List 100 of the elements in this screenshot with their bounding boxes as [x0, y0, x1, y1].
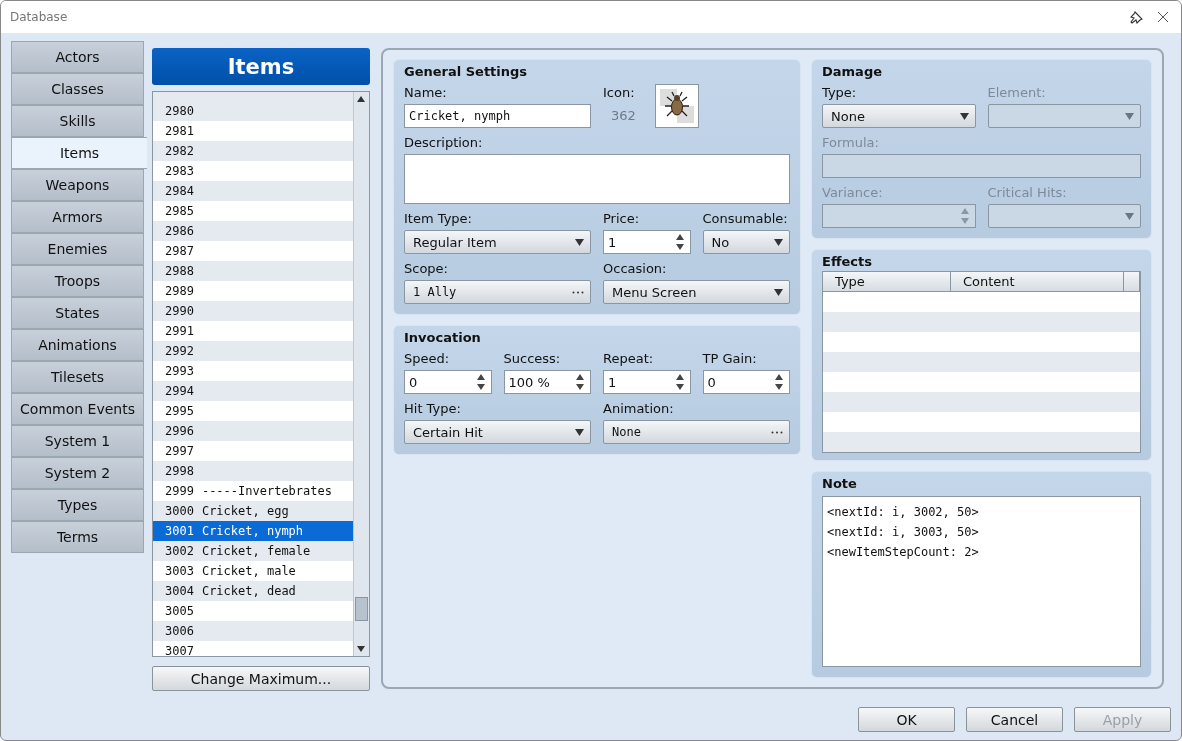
- window-title: Database: [10, 10, 69, 24]
- field-label: Description:: [404, 134, 484, 152]
- field-label: Critical Hits:: [987, 184, 1068, 202]
- category-tab[interactable]: Items: [11, 137, 147, 169]
- category-tab[interactable]: Enemies: [11, 233, 144, 265]
- note-line: <newItemStepCount: 2>: [827, 544, 980, 561]
- number-input[interactable]: 0: [702, 370, 790, 394]
- dropdown[interactable]: None: [822, 104, 976, 128]
- number-input[interactable]: 0: [404, 370, 492, 394]
- list-item[interactable]: 2982: [153, 141, 353, 161]
- ellipsis-icon: [771, 430, 783, 434]
- category-tab[interactable]: Actors: [11, 41, 144, 73]
- dropdown[interactable]: Certain Hit: [404, 420, 591, 444]
- description-field[interactable]: [404, 154, 790, 204]
- field-label: Formula:: [822, 134, 880, 152]
- spinner-arrows-icon[interactable]: [775, 374, 783, 390]
- item-list[interactable]: [152, 91, 370, 657]
- category-tab[interactable]: Terms: [11, 521, 144, 553]
- list-item[interactable]: 2986: [153, 221, 353, 241]
- field-label: Icon:: [603, 84, 636, 102]
- list-item[interactable]: 2980: [153, 101, 353, 121]
- dropdown-arrow-icon: [575, 428, 584, 436]
- pin-icon[interactable]: [1130, 10, 1143, 24]
- field-label: Consumable:: [702, 210, 789, 228]
- field-label: Animation:: [603, 400, 675, 418]
- category-tab[interactable]: Tilesets: [11, 361, 144, 393]
- list-header: Items: [152, 48, 370, 85]
- close-icon[interactable]: [1157, 11, 1169, 23]
- note-field[interactable]: <nextId: i, 3002, 50> <nextId: i, 3003, 50> <newItemStepCount: 2>: [822, 496, 1141, 667]
- group-title: Invocation: [404, 330, 482, 347]
- group-title: General Settings: [404, 64, 529, 81]
- category-tab[interactable]: States: [11, 297, 144, 329]
- list-item[interactable]: 2996: [153, 421, 353, 441]
- scrollbar[interactable]: [353, 92, 369, 656]
- category-tab[interactable]: Classes: [11, 73, 144, 105]
- field-label: Name:: [404, 84, 448, 102]
- dialog-button[interactable]: Cancel: [966, 707, 1063, 732]
- number-input[interactable]: 100 %: [503, 370, 591, 394]
- text-input[interactable]: Cricket, nymph: [404, 104, 591, 128]
- field-label: Variance:: [822, 184, 884, 202]
- ellipsis-icon: [572, 290, 584, 294]
- column-header[interactable]: Type: [823, 272, 951, 291]
- list-item[interactable]: 2998: [153, 461, 353, 481]
- field-label: TP Gain:: [702, 350, 758, 368]
- spinner-arrows-icon[interactable]: [675, 374, 684, 390]
- dialog-button[interactable]: OK: [858, 707, 955, 732]
- field-label: Repeat:: [603, 350, 655, 368]
- category-tab[interactable]: Armors: [11, 201, 144, 233]
- field-label: Scope:: [404, 260, 449, 278]
- list-item[interactable]: 3000 Cricket, egg: [153, 501, 353, 521]
- field-label: Speed:: [404, 350, 451, 368]
- list-item[interactable]: 3004 Cricket, dead: [153, 581, 353, 601]
- spinner-arrows-icon[interactable]: [476, 374, 485, 390]
- dropdown-arrow-icon: [774, 238, 783, 246]
- number-input[interactable]: 1: [603, 370, 691, 394]
- number-input[interactable]: 1: [603, 230, 691, 254]
- picker-field[interactable]: 1 Ally: [404, 280, 591, 304]
- list-item[interactable]: 2984: [153, 181, 353, 201]
- field-label: Element:: [987, 84, 1047, 102]
- group-title: Effects: [822, 254, 873, 269]
- spinner-arrows-icon[interactable]: [675, 234, 684, 250]
- dropdown[interactable]: Menu Screen: [603, 280, 790, 304]
- field-label: Type:: [822, 84, 858, 102]
- category-tab[interactable]: Weapons: [11, 169, 144, 201]
- group-title: Note: [822, 476, 858, 493]
- list-item[interactable]: 3006: [153, 621, 353, 641]
- dropdown[interactable]: No: [702, 230, 790, 254]
- category-tab[interactable]: Common Events: [11, 393, 144, 425]
- group-title: Damage: [822, 64, 883, 81]
- spinner-arrows-icon[interactable]: [576, 374, 584, 390]
- list-item[interactable]: 2990: [153, 301, 353, 321]
- dropdown-arrow-icon: [1125, 212, 1134, 220]
- effects-table[interactable]: Type Content: [822, 271, 1141, 453]
- list-item[interactable]: 2994: [153, 381, 353, 401]
- category-tab[interactable]: Troops: [11, 265, 144, 297]
- list-item[interactable]: 2988: [153, 261, 353, 281]
- list-item[interactable]: 3001 Cricket, nymph: [153, 521, 353, 541]
- category-tab[interactable]: System 2: [11, 457, 144, 489]
- dropdown-arrow-icon: [575, 238, 584, 246]
- change-maximum-button[interactable]: Change Maximum...: [152, 666, 370, 691]
- category-tab[interactable]: Skills: [11, 105, 144, 137]
- category-tab[interactable]: Animations: [11, 329, 144, 361]
- note-line: <nextId: i, 3002, 50>: [827, 504, 980, 521]
- dropdown-arrow-icon: [1125, 112, 1134, 120]
- field-label: Hit Type:: [404, 400, 462, 418]
- field-label: Success:: [503, 350, 562, 368]
- list-item[interactable]: 2992: [153, 341, 353, 361]
- dropdown[interactable]: Regular Item: [404, 230, 591, 254]
- icon-index: 362: [610, 108, 637, 123]
- column-header[interactable]: Content: [951, 272, 1124, 291]
- field-label: Item Type:: [404, 210, 473, 228]
- category-tab[interactable]: System 1: [11, 425, 144, 457]
- scroll-thumb[interactable]: [355, 597, 368, 621]
- field-label: Price:: [603, 210, 641, 228]
- list-item[interactable]: 3002 Cricket, female: [153, 541, 353, 561]
- dropdown-arrow-icon: [774, 288, 783, 296]
- picker-field[interactable]: None: [603, 420, 790, 444]
- category-tab[interactable]: Types: [11, 489, 144, 521]
- field-label: Occasion:: [603, 260, 668, 278]
- dropdown-arrow-icon: [959, 112, 969, 120]
